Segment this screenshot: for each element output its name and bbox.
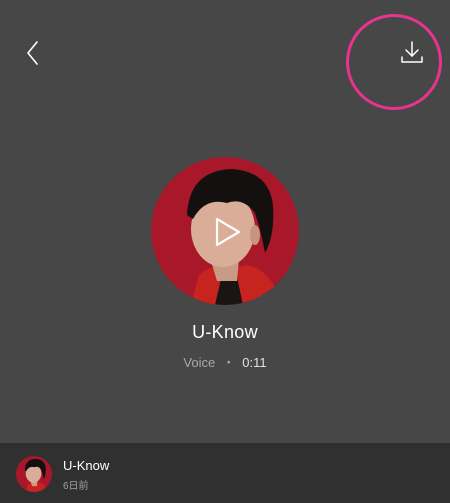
voice-duration: 0:11 xyxy=(242,355,267,370)
post-timestamp: 6日前 xyxy=(63,481,89,492)
author-name[interactable]: U-Know xyxy=(63,458,109,473)
download-icon xyxy=(401,41,423,63)
voice-meta: Voice ・ 0:11 xyxy=(0,352,450,371)
chevron-left-icon xyxy=(27,41,38,65)
voice-avatar-play-button[interactable] xyxy=(151,157,299,305)
back-button[interactable] xyxy=(22,38,46,68)
post-info-bar: U-Know 6日前 xyxy=(0,443,450,503)
author-photo xyxy=(16,456,52,492)
voice-type: Voice xyxy=(183,355,216,370)
download-button[interactable] xyxy=(396,38,428,68)
play-icon xyxy=(215,217,241,247)
voice-title: U-Know xyxy=(192,322,258,342)
author-avatar[interactable] xyxy=(16,456,52,492)
separator-dot: ・ xyxy=(222,355,236,370)
